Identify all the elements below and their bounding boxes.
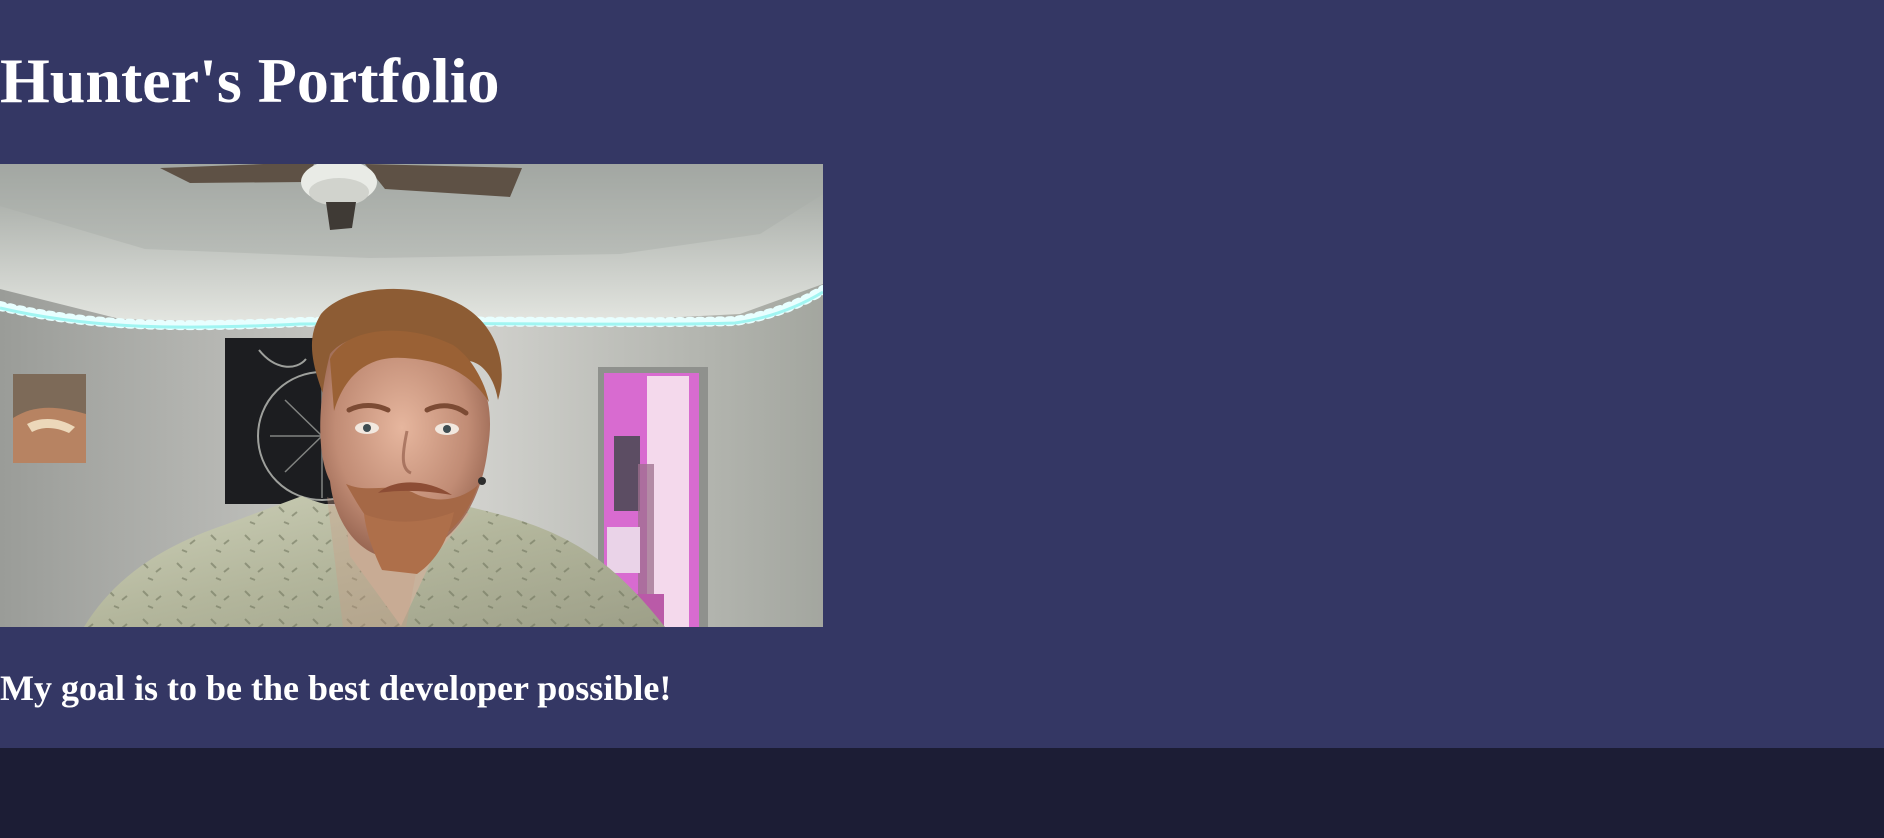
profile-photo-image	[0, 164, 823, 627]
hero-section: Hunter's Portfolio My goal is to be the …	[0, 0, 1884, 748]
page-footer	[0, 748, 1884, 838]
page-title: Hunter's Portfolio	[0, 45, 500, 116]
goal-statement: My goal is to be the best developer poss…	[0, 668, 672, 708]
portfolio-page: Hunter's Portfolio My goal is to be the …	[0, 0, 1884, 838]
poster-left	[13, 374, 86, 463]
profile-photo	[0, 164, 823, 627]
